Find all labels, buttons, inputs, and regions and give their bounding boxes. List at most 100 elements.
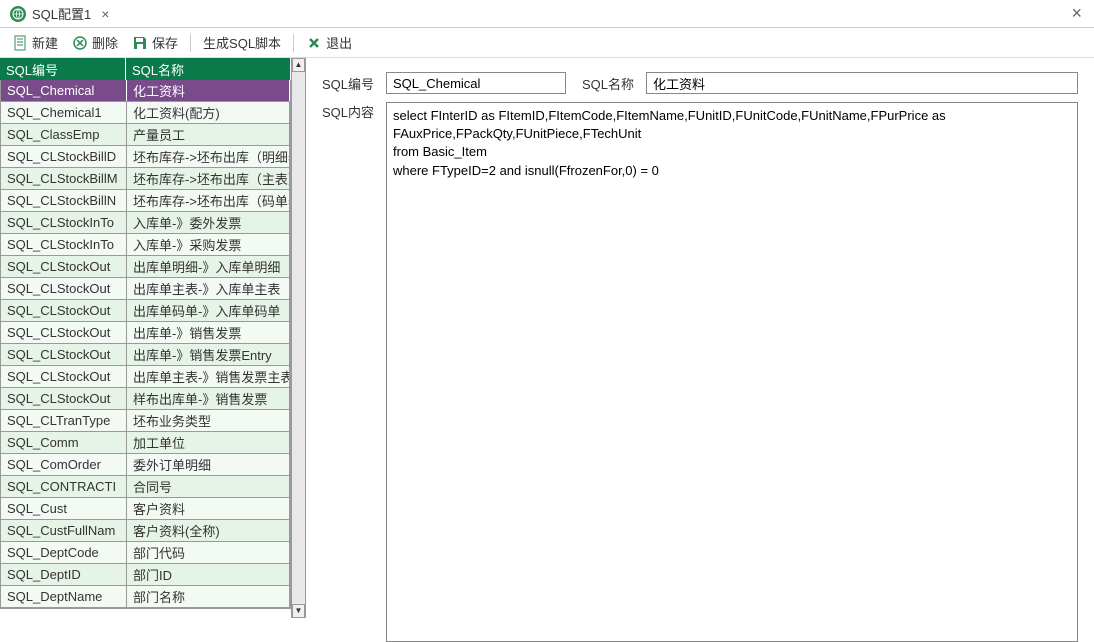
cell-sql-name: 坯布业务类型 bbox=[127, 410, 290, 431]
delete-button[interactable]: 删除 bbox=[66, 31, 124, 54]
list-row[interactable]: SQL_CLStockOut样布出库单-》销售发票 bbox=[1, 388, 290, 410]
window-close-icon[interactable]: × bbox=[1071, 3, 1082, 24]
cell-sql-name: 委外订单明细 bbox=[127, 454, 290, 475]
sql-list-pane: SQL编号 SQL名称 SQL_Chemical化工资料SQL_Chemical… bbox=[0, 58, 306, 618]
cell-sql-name: 出库单-》销售发票Entry bbox=[127, 344, 290, 365]
cell-sql-id: SQL_Comm bbox=[1, 432, 127, 453]
cell-sql-name: 坯布库存->坯布出库（主表） bbox=[127, 168, 290, 189]
label-sql-content: SQL内容 bbox=[322, 102, 378, 121]
cell-sql-id: SQL_CLStockInTo bbox=[1, 212, 127, 233]
cell-sql-id: SQL_CLStockBillD bbox=[1, 146, 127, 167]
list-row[interactable]: SQL_Comm加工单位 bbox=[1, 432, 290, 454]
cell-sql-id: SQL_Chemical bbox=[1, 80, 127, 101]
list-row[interactable]: SQL_Cust客户资料 bbox=[1, 498, 290, 520]
delete-icon bbox=[72, 35, 88, 51]
cell-sql-name: 出库单明细-》入库单明细 bbox=[127, 256, 290, 277]
detail-pane: SQL编号 SQL名称 SQL内容 bbox=[306, 58, 1094, 618]
new-label: 新建 bbox=[32, 33, 58, 52]
list-row[interactable]: SQL_CLStockOut出库单-》销售发票Entry bbox=[1, 344, 290, 366]
textarea-sql-content[interactable] bbox=[386, 102, 1078, 642]
label-sql-id: SQL编号 bbox=[322, 74, 378, 93]
list-row[interactable]: SQL_CustFullNam客户资料(全称) bbox=[1, 520, 290, 542]
cell-sql-id: SQL_CustFullNam bbox=[1, 520, 127, 541]
cell-sql-id: SQL_CLStockOut bbox=[1, 256, 127, 277]
list-row[interactable]: SQL_CLStockInTo入库单-》委外发票 bbox=[1, 212, 290, 234]
scrollbar[interactable]: ▲ ▼ bbox=[291, 58, 305, 618]
tab-bar: SQL配置1 × × bbox=[0, 0, 1094, 28]
cell-sql-id: SQL_CLStockInTo bbox=[1, 234, 127, 255]
cell-sql-name: 部门名称 bbox=[127, 586, 290, 607]
cell-sql-name: 坯布库存->坯布出库（明细表） bbox=[127, 146, 290, 167]
tab-label: SQL配置1 bbox=[32, 4, 91, 23]
cell-sql-id: SQL_CLStockOut bbox=[1, 344, 127, 365]
close-icon[interactable]: × bbox=[101, 6, 109, 22]
list-row[interactable]: SQL_Chemical化工资料 bbox=[1, 80, 290, 102]
list-row[interactable]: SQL_CLStockOut出库单主表-》入库单主表 bbox=[1, 278, 290, 300]
cell-sql-id: SQL_CLStockOut bbox=[1, 322, 127, 343]
list-row[interactable]: SQL_DeptCode部门代码 bbox=[1, 542, 290, 564]
header-sql-name[interactable]: SQL名称 bbox=[126, 58, 291, 80]
label-sql-name: SQL名称 bbox=[582, 74, 638, 93]
list-row[interactable]: SQL_ComOrder委外订单明细 bbox=[1, 454, 290, 476]
cell-sql-name: 部门代码 bbox=[127, 542, 290, 563]
cell-sql-id: SQL_DeptID bbox=[1, 564, 127, 585]
cell-sql-name: 客户资料(全称) bbox=[127, 520, 290, 541]
list-row[interactable]: SQL_CLStockOut出库单主表-》销售发票主表 bbox=[1, 366, 290, 388]
new-file-icon bbox=[12, 35, 28, 51]
save-label: 保存 bbox=[152, 33, 178, 52]
cell-sql-id: SQL_DeptCode bbox=[1, 542, 127, 563]
cell-sql-name: 出库单主表-》销售发票主表 bbox=[127, 366, 290, 387]
save-button[interactable]: 保存 bbox=[126, 31, 184, 54]
list-row[interactable]: SQL_CLStockBillM坯布库存->坯布出库（主表） bbox=[1, 168, 290, 190]
cell-sql-id: SQL_ClassEmp bbox=[1, 124, 127, 145]
cell-sql-name: 入库单-》委外发票 bbox=[127, 212, 290, 233]
exit-button[interactable]: 退出 bbox=[300, 31, 358, 54]
list-row[interactable]: SQL_CLStockBillD坯布库存->坯布出库（明细表） bbox=[1, 146, 290, 168]
cell-sql-id: SQL_CLTranType bbox=[1, 410, 127, 431]
cell-sql-name: 部门ID bbox=[127, 564, 290, 585]
delete-label: 删除 bbox=[92, 33, 118, 52]
tab-sql-config[interactable]: SQL配置1 × bbox=[0, 0, 119, 27]
cell-sql-name: 加工单位 bbox=[127, 432, 290, 453]
list-row[interactable]: SQL_CLStockBillN坯布库存->坯布出库（码单表） bbox=[1, 190, 290, 212]
input-sql-name[interactable] bbox=[646, 72, 1078, 94]
cell-sql-id: SQL_DeptName bbox=[1, 586, 127, 607]
cell-sql-name: 出库单-》销售发票 bbox=[127, 322, 290, 343]
save-icon bbox=[132, 35, 148, 51]
cell-sql-id: SQL_CLStockOut bbox=[1, 278, 127, 299]
cell-sql-id: SQL_CLStockOut bbox=[1, 388, 127, 409]
cell-sql-id: SQL_ComOrder bbox=[1, 454, 127, 475]
toolbar-separator bbox=[293, 34, 294, 52]
list-row[interactable]: SQL_DeptID部门ID bbox=[1, 564, 290, 586]
list-row[interactable]: SQL_CLStockOut出库单-》销售发票 bbox=[1, 322, 290, 344]
gen-script-button[interactable]: 生成SQL脚本 bbox=[197, 31, 287, 54]
cell-sql-name: 化工资料 bbox=[127, 80, 290, 101]
cell-sql-name: 出库单主表-》入库单主表 bbox=[127, 278, 290, 299]
cell-sql-name: 化工资料(配方) bbox=[127, 102, 290, 123]
cell-sql-id: SQL_Cust bbox=[1, 498, 127, 519]
input-sql-id[interactable] bbox=[386, 72, 566, 94]
list-row[interactable]: SQL_CLStockOut出库单码单-》入库单码单 bbox=[1, 300, 290, 322]
cell-sql-id: SQL_CLStockBillN bbox=[1, 190, 127, 211]
exit-label: 退出 bbox=[326, 33, 352, 52]
cell-sql-id: SQL_Chemical1 bbox=[1, 102, 127, 123]
list-row[interactable]: SQL_CLStockInTo入库单-》采购发票 bbox=[1, 234, 290, 256]
list-row[interactable]: SQL_ClassEmp产量员工 bbox=[1, 124, 290, 146]
header-sql-id[interactable]: SQL编号 bbox=[0, 58, 126, 80]
gen-script-label: 生成SQL脚本 bbox=[203, 33, 281, 52]
scroll-up-icon[interactable]: ▲ bbox=[292, 58, 305, 72]
list-row[interactable]: SQL_CLStockOut出库单明细-》入库单明细 bbox=[1, 256, 290, 278]
cell-sql-id: SQL_CONTRACTI bbox=[1, 476, 127, 497]
scroll-down-icon[interactable]: ▼ bbox=[292, 604, 305, 618]
cell-sql-name: 合同号 bbox=[127, 476, 290, 497]
cell-sql-id: SQL_CLStockOut bbox=[1, 300, 127, 321]
exit-icon bbox=[306, 35, 322, 51]
toolbar: 新建 删除 保存 生成SQL脚本 退出 bbox=[0, 28, 1094, 58]
list-row[interactable]: SQL_CLTranType坯布业务类型 bbox=[1, 410, 290, 432]
list-row[interactable]: SQL_DeptName部门名称 bbox=[1, 586, 290, 608]
new-button[interactable]: 新建 bbox=[6, 31, 64, 54]
list-row[interactable]: SQL_CONTRACTI合同号 bbox=[1, 476, 290, 498]
list-row[interactable]: SQL_Chemical1化工资料(配方) bbox=[1, 102, 290, 124]
cell-sql-name: 坯布库存->坯布出库（码单表） bbox=[127, 190, 290, 211]
cell-sql-name: 客户资料 bbox=[127, 498, 290, 519]
